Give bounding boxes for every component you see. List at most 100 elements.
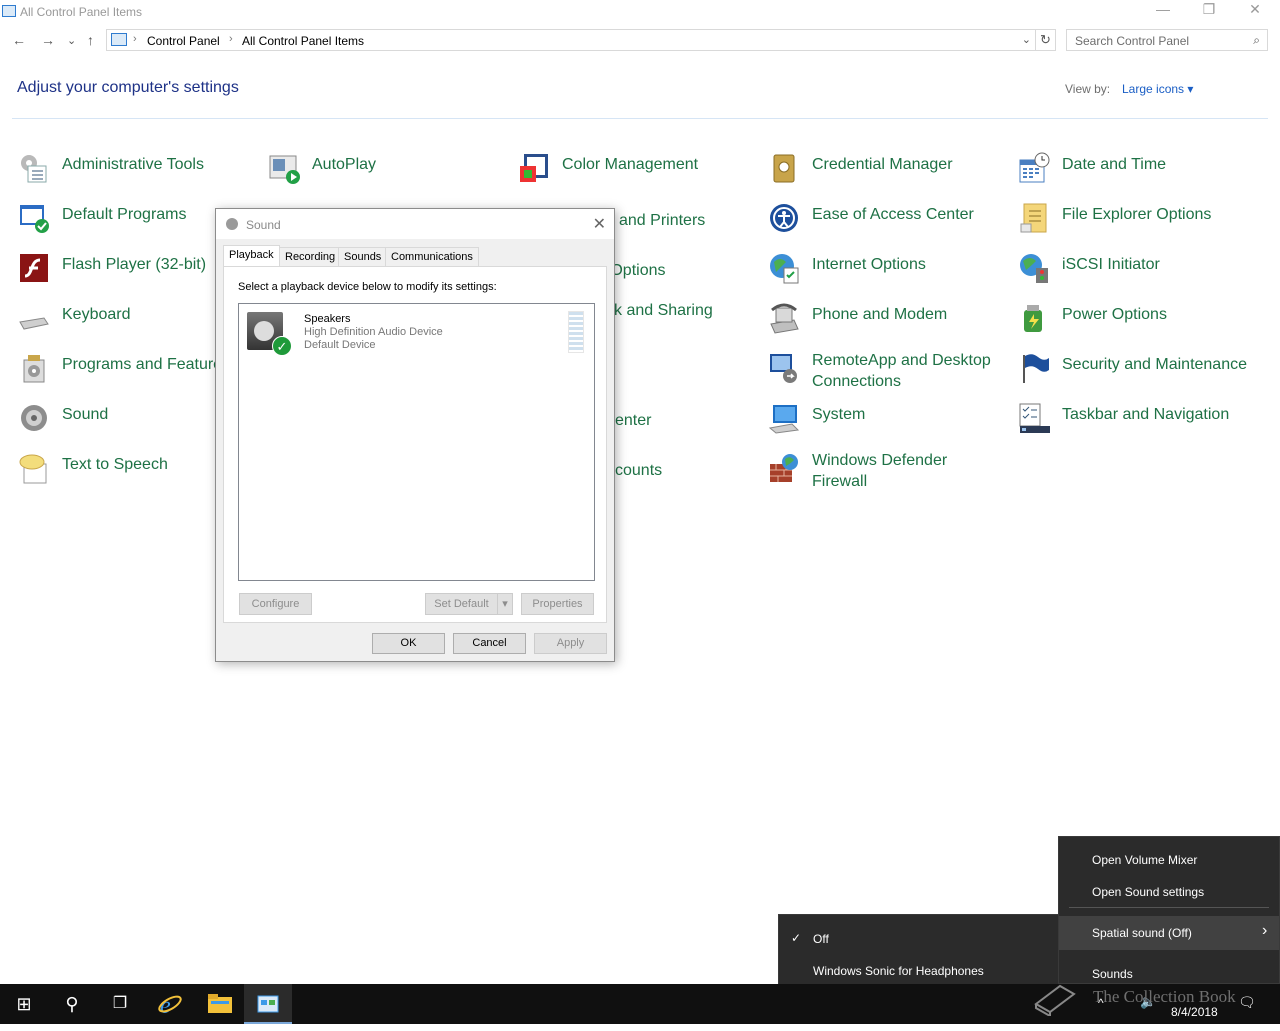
volume-meter — [568, 311, 584, 353]
keyboard-icon — [19, 317, 49, 330]
submenu-item-windows-sonic[interactable]: Windows Sonic for Headphones — [813, 964, 984, 978]
breadcrumb-all-items[interactable]: All Control Panel Items — [242, 34, 364, 48]
menu-item-label: Spatial sound (Off) — [1092, 926, 1192, 940]
search-icon[interactable]: ⌕ — [1253, 33, 1260, 48]
set-default-button[interactable]: Set Default — [425, 593, 498, 615]
item-devices-and-printers[interactable]: and Printers — [619, 210, 705, 234]
remoteapp-icon — [770, 354, 797, 383]
clock-date[interactable]: 8/4/2018 — [1171, 1005, 1218, 1019]
up-button[interactable]: ↑ — [87, 32, 94, 48]
item-sync-center[interactable]: enter — [615, 410, 651, 434]
cancel-button[interactable]: Cancel — [453, 633, 526, 654]
search-input[interactable]: Search Control Panel ⌕ — [1066, 29, 1268, 51]
configure-button[interactable]: Configure — [239, 593, 312, 615]
internet-explorer-icon[interactable]: e — [146, 984, 194, 1024]
file-explorer-icon[interactable] — [196, 984, 244, 1024]
item-label: AutoPlay — [312, 156, 377, 173]
tab-sounds[interactable]: Sounds — [338, 247, 388, 267]
search-button[interactable]: ⚲ — [48, 984, 96, 1024]
restore-button[interactable]: ❐ — [1186, 0, 1232, 24]
item-label-line2: Firewall — [812, 473, 868, 490]
programs-and-features-icon — [23, 355, 45, 383]
dialog-close-button[interactable]: ✕ — [593, 214, 606, 234]
apply-button[interactable]: Apply — [534, 633, 607, 654]
item-label: counts — [615, 462, 663, 479]
speaker-icon — [226, 218, 238, 230]
administrative-tools-icon — [21, 155, 47, 183]
item-label: Default Programs — [62, 206, 187, 223]
dialog-title-bar: Sound ✕ — [216, 209, 614, 239]
ease-of-access-icon — [770, 204, 798, 232]
sound-icon — [21, 405, 47, 431]
item-user-accounts[interactable]: counts — [615, 460, 662, 484]
check-icon: ✓ — [791, 931, 802, 945]
item-label: Phone and Modem — [812, 306, 948, 323]
item-label: Programs and Feature — [62, 356, 223, 373]
credential-manager-icon — [773, 154, 795, 183]
device-list[interactable]: ✓ Speakers High Definition Audio Device … — [238, 303, 595, 581]
taskbar-and-navigation-icon — [1019, 403, 1050, 433]
refresh-button[interactable]: ↻ — [1036, 29, 1056, 51]
address-bar[interactable]: › Control Panel › All Control Panel Item… — [106, 29, 1036, 51]
menu-item-open-sound-settings[interactable]: Open Sound settings — [1092, 885, 1204, 899]
start-button[interactable]: ⊞ — [0, 984, 48, 1024]
sound-dialog: Sound ✕ Playback Recording Sounds Commun… — [215, 208, 615, 662]
forward-button[interactable]: → — [41, 32, 55, 48]
playback-panel: Select a playback device below to modify… — [223, 266, 607, 623]
internet-options-icon — [770, 254, 799, 284]
item-label: enter — [615, 412, 652, 429]
default-programs-icon — [20, 205, 49, 233]
ok-button[interactable]: OK — [372, 633, 445, 654]
close-button[interactable]: ✕ — [1232, 0, 1278, 24]
iscsi-initiator-icon — [1020, 254, 1048, 283]
firewall-icon — [770, 454, 798, 482]
item-label: Date and Time — [1062, 156, 1167, 173]
menu-item-open-volume-mixer[interactable]: Open Volume Mixer — [1092, 853, 1197, 867]
item-label: Taskbar and Navigation — [1062, 406, 1230, 423]
item-label: Internet Options — [812, 256, 926, 273]
address-dropdown-icon[interactable]: ⌄ — [1022, 33, 1031, 46]
autoplay-icon — [269, 155, 300, 184]
divider — [12, 118, 1268, 119]
item-network-and-sharing[interactable]: k and Sharing — [614, 300, 713, 324]
control-panel-taskbar-icon[interactable] — [244, 984, 292, 1024]
menu-item-spatial-sound[interactable]: Spatial sound (Off) › — [1059, 916, 1279, 950]
text-to-speech-icon — [19, 454, 47, 484]
volume-context-menu: Open Volume Mixer Open Sound settings Sp… — [1058, 836, 1280, 984]
item-label: Keyboard — [62, 306, 131, 323]
submenu-item-off[interactable]: Off — [813, 932, 829, 946]
item-label: iSCSI Initiator — [1062, 256, 1160, 273]
view-by-dropdown[interactable]: Large icons ▾ — [1122, 82, 1193, 96]
item-label: Color Management — [562, 156, 699, 173]
task-view-button[interactable]: ❐ — [96, 984, 144, 1024]
item-label: Administrative Tools — [62, 156, 204, 173]
item-label-line1: RemoteApp and Desktop — [812, 352, 991, 369]
system-icon — [768, 405, 800, 434]
notifications-icon[interactable]: 🗨 — [1238, 994, 1256, 1011]
menu-divider — [1069, 907, 1269, 908]
item-label: k and Sharing — [614, 302, 713, 319]
tab-recording[interactable]: Recording — [279, 247, 342, 267]
control-panel-icon — [111, 33, 127, 46]
submenu-arrow-icon: › — [1262, 922, 1268, 939]
menu-item-sounds[interactable]: Sounds — [1092, 967, 1133, 981]
tab-playback[interactable]: Playback — [223, 245, 280, 268]
set-default-dropdown-icon[interactable]: ▾ — [497, 593, 513, 615]
search-placeholder: Search Control Panel — [1075, 34, 1190, 48]
item-label-line1: Windows Defender — [812, 452, 948, 469]
item-label: and Printers — [619, 212, 706, 229]
breadcrumb-control-panel[interactable]: Control Panel — [147, 34, 220, 48]
watermark-text: The Collection Book — [1093, 987, 1236, 1006]
file-explorer-options-icon — [1020, 203, 1047, 233]
item-label: Credential Manager — [812, 156, 953, 173]
properties-button[interactable]: Properties — [521, 593, 594, 615]
list-item[interactable]: ✓ Speakers High Definition Audio Device … — [239, 304, 594, 360]
phone-and-modem-icon — [770, 303, 799, 334]
item-label: Ease of Access Center — [812, 206, 974, 223]
minimize-button[interactable]: — — [1140, 0, 1186, 24]
tab-communications[interactable]: Communications — [385, 247, 479, 267]
recent-locations-button[interactable]: ⌄ — [67, 34, 76, 47]
item-label: File Explorer Options — [1062, 206, 1212, 223]
back-button[interactable]: ← — [12, 32, 26, 48]
flash-player-icon — [20, 254, 48, 282]
